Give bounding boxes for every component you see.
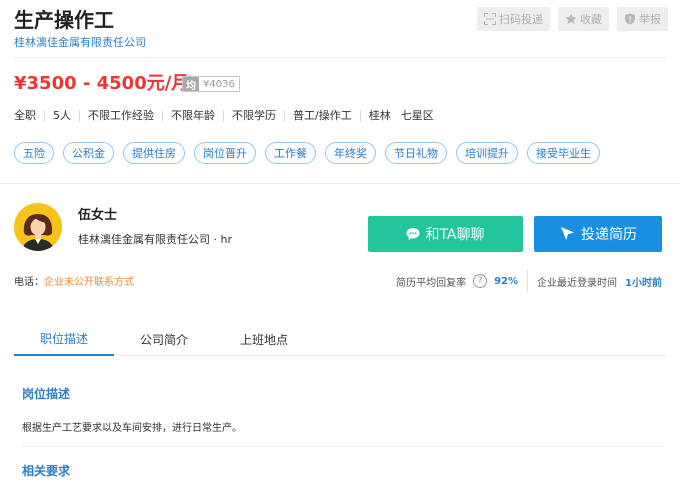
chat-button-label: 和TA聊聊 [425,227,485,243]
phone-label: 电话： [14,277,44,288]
last-login-value: 1小时前 [625,277,662,289]
benefit-tag: 培训提升 [456,142,518,164]
benefit-tag: 提供住房 [123,142,185,164]
favorite-button[interactable]: 收藏 [558,7,609,31]
company-link[interactable]: 桂林漓佳金属有限责任公司 [14,36,146,50]
meta-city: 桂林 [359,110,399,122]
meta-experience: 不限工作经验 [79,110,162,122]
star-icon [565,13,577,24]
average-label: 均 [183,77,199,92]
report-button[interactable]: 举报 [617,7,668,31]
benefit-tag: 岗位晋升 [194,142,256,164]
shield-icon [625,13,635,25]
reply-rate-value: 92% [494,275,519,287]
description-heading: 岗位描述 [22,387,71,401]
detail-tabs: 职位描述 公司简介 上班地点 [14,322,666,356]
female-avatar-icon [14,203,62,251]
average-value: ¥4036 [203,78,235,90]
scan-apply-button[interactable]: 扫码投递 [477,7,550,31]
send-arrow-icon [561,227,574,240]
job-title: 生产操作工 [14,8,114,32]
scan-icon [484,13,496,25]
header-divider [14,57,666,58]
chat-bubble-icon [406,228,420,240]
benefit-tag: 接受毕业生 [527,142,600,164]
meta-education: 不限学历 [223,110,284,122]
content-divider [22,446,662,447]
last-login-label: 企业最近登录时间 [537,277,618,289]
scan-apply-label: 扫码投递 [499,13,543,26]
favorite-label: 收藏 [580,13,602,26]
meta-job-type: 全职 [14,109,36,122]
reply-rate-label: 简历平均回复率 [396,277,467,289]
section-divider [0,183,680,184]
stats-separator [527,270,529,292]
description-text: 根据生产工艺要求以及车间安排，进行日常生产。 [22,423,242,434]
tab-job-description[interactable]: 职位描述 [14,322,114,356]
average-salary-badge: 均 ¥4036 [182,76,240,92]
benefit-tag: 公积金 [63,142,114,164]
requirements-heading: 相关要求 [22,464,71,478]
report-label: 举报 [639,13,661,26]
apply-resume-button[interactable]: 投递简历 [534,216,662,252]
meta-age: 不限年龄 [162,110,223,122]
chat-button[interactable]: 和TA聊聊 [368,216,523,252]
benefit-tag: 节日礼物 [385,142,447,164]
tab-work-location[interactable]: 上班地点 [214,322,314,356]
recruiter-name: 伍女士 [78,208,118,223]
benefit-tags: 五险 公积金 提供住房 岗位晋升 工作餐 年终奖 节日礼物 培训提升 接受毕业生 [14,142,600,164]
benefit-tag: 年终奖 [325,142,376,164]
meta-category: 普工/操作工 [284,110,360,122]
top-actions: 扫码投递 收藏 举报 [477,7,668,31]
apply-button-label: 投递简历 [581,227,637,243]
meta-district: 七星区 [400,109,434,122]
recruiter-stats: 简历平均回复率 ? 92% 企业最近登录时间 1小时前 [396,270,662,292]
help-icon[interactable]: ? [473,274,488,288]
recruiter-company: 桂林漓佳金属有限责任公司 · hr [78,233,232,246]
avatar [14,203,62,251]
tab-company-intro[interactable]: 公司简介 [114,322,214,356]
job-meta: 全职 5人 不限工作经验 不限年龄 不限学历 普工/操作工 桂林 七星区 [14,108,442,124]
benefit-tag: 工作餐 [265,142,316,164]
salary-range: ¥3500 - 4500元/月 [14,73,190,94]
benefit-tag: 五险 [14,142,54,164]
phone-value: 企业未公开联系方式 [44,277,134,288]
meta-headcount: 5人 [44,110,79,122]
phone-row: 电话：企业未公开联系方式 [14,276,134,290]
